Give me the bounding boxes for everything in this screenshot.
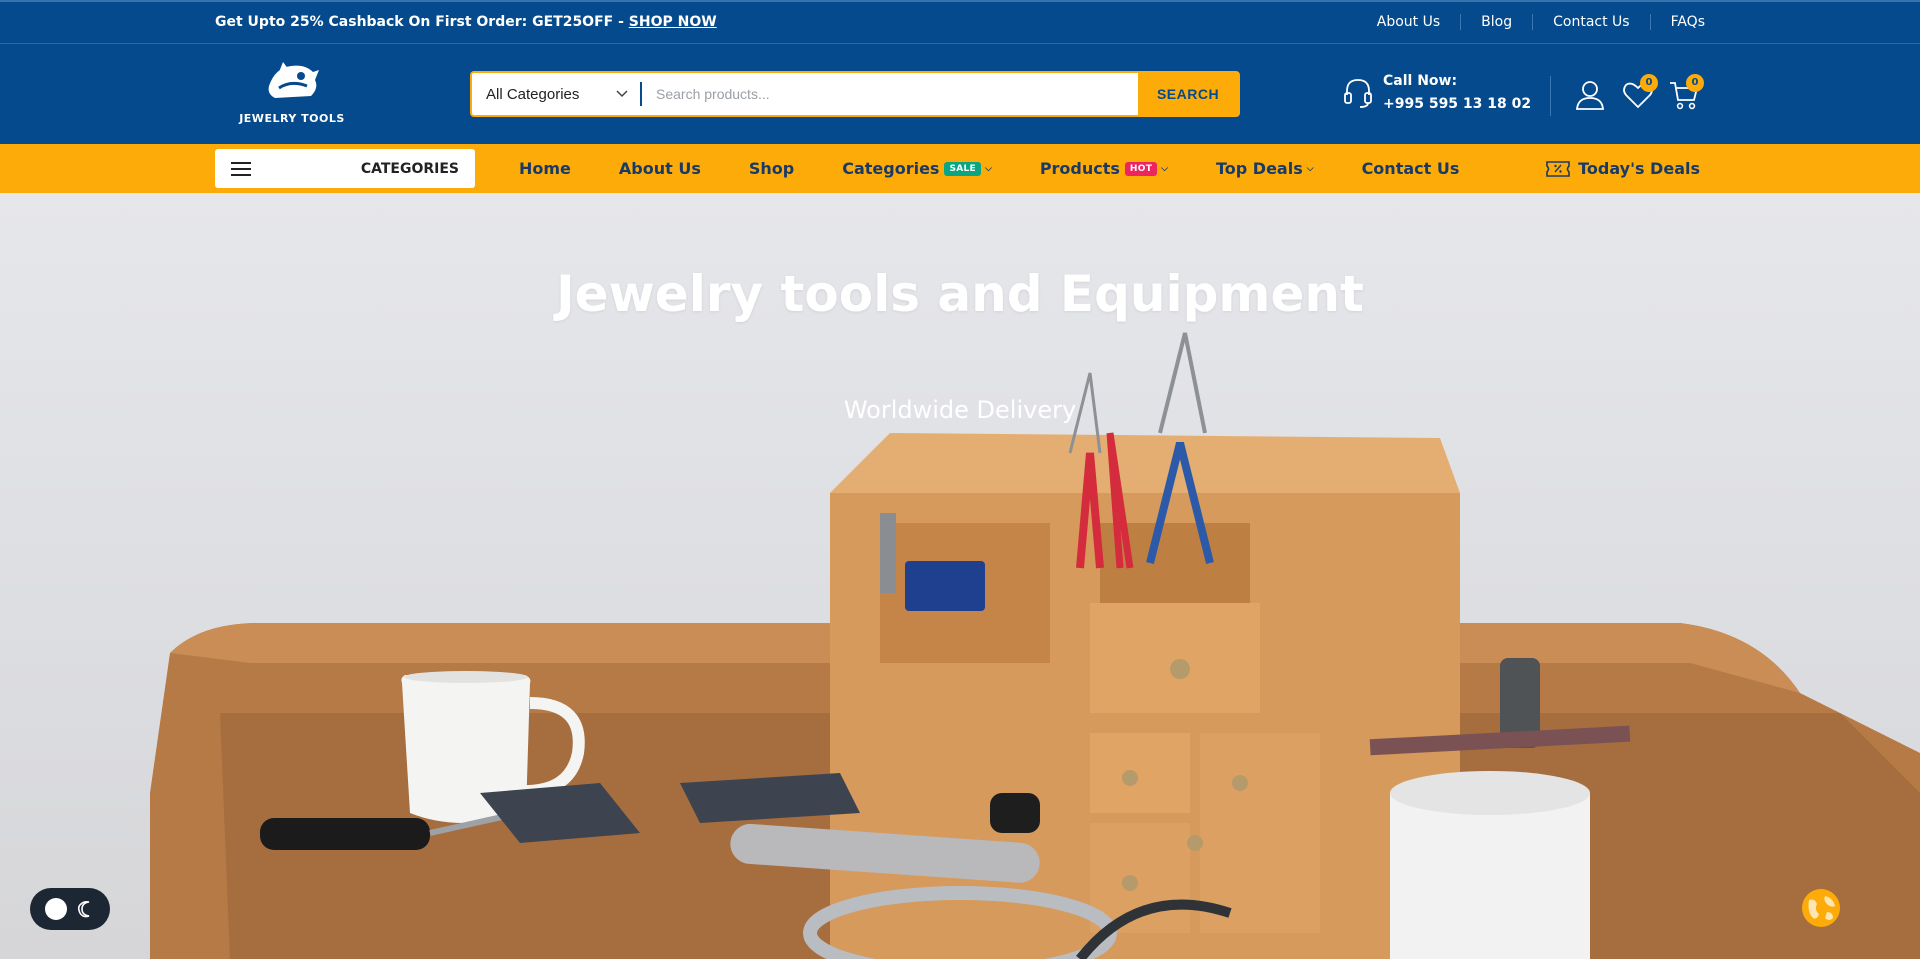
globe-icon xyxy=(1802,889,1840,927)
cart-button[interactable]: 0 xyxy=(1668,74,1704,110)
categories-button[interactable]: CATEGORIES xyxy=(215,149,475,188)
promo-text: Get Upto 25% Cashback On First Order: GE… xyxy=(215,14,629,30)
theme-toggle-knob xyxy=(45,898,67,920)
top-link-about[interactable]: About Us xyxy=(1357,14,1460,30)
nav-item-label: Categories xyxy=(842,159,940,178)
nav-item-categories[interactable]: Categories SALE ⌵ xyxy=(842,159,992,178)
top-links: About Us Blog Contact Us FAQs xyxy=(1357,14,1705,30)
chevron-down-icon: ⌵ xyxy=(1161,163,1168,174)
chevron-down-icon: ⌵ xyxy=(1306,163,1314,174)
account-button[interactable] xyxy=(1574,80,1606,110)
cart-count-badge: 0 xyxy=(1686,74,1704,92)
todays-deals-label: Today's Deals xyxy=(1578,159,1700,178)
top-link-faqs[interactable]: FAQs xyxy=(1649,14,1705,30)
moon-icon xyxy=(77,900,90,918)
logo-mark xyxy=(268,62,319,98)
wishlist-button[interactable]: 0 xyxy=(1622,74,1658,110)
nav-item-about[interactable]: About Us xyxy=(619,159,701,178)
hot-badge: HOT xyxy=(1124,161,1158,176)
category-select-value: All Categories xyxy=(486,85,580,103)
promo-banner: Get Upto 25% Cashback On First Order: GE… xyxy=(215,14,717,30)
hero-title: Jewelry tools and Equipment xyxy=(556,265,1364,323)
nav-item-label: Top Deals xyxy=(1215,159,1303,178)
site-logo[interactable]: JEWELRY TOOLS xyxy=(232,58,352,128)
chevron-down-icon xyxy=(616,90,628,98)
wishlist-count-badge: 0 xyxy=(1640,74,1658,92)
nav-item-label: Shop xyxy=(748,159,795,178)
nav-item-label: Products xyxy=(1039,159,1120,178)
nav-item-label: About Us xyxy=(618,159,701,178)
top-link-blog[interactable]: Blog xyxy=(1460,14,1532,30)
header-divider xyxy=(1550,76,1551,116)
hero-subtitle: Worldwide Delivery xyxy=(843,396,1077,424)
call-now[interactable]: Call Now: +995 595 13 18 02 xyxy=(1343,70,1531,116)
call-phone: +995 595 13 18 02 xyxy=(1383,96,1532,112)
theme-toggle[interactable] xyxy=(30,888,110,930)
nav-item-contact[interactable]: Contact Us xyxy=(1362,159,1460,178)
hero-banner: Jewelry tools and Equipment Worldwide De… xyxy=(0,193,1920,959)
main-header: JEWELRY TOOLS All Categories SEARCH Call… xyxy=(0,44,1920,144)
nav-item-label: Contact Us xyxy=(1361,159,1460,178)
nav-item-top-deals[interactable]: Top Deals ⌵ xyxy=(1216,159,1314,178)
top-link-contact[interactable]: Contact Us xyxy=(1532,14,1649,30)
headset-icon xyxy=(1344,79,1372,108)
call-label: Call Now: xyxy=(1383,73,1458,89)
logo-text: JEWELRY TOOLS xyxy=(239,112,345,125)
main-nav: CATEGORIES Home About Us Shop Categories… xyxy=(0,144,1920,193)
nav-item-shop[interactable]: Shop xyxy=(749,159,794,178)
categories-button-label: CATEGORIES xyxy=(360,160,459,177)
top-bar: Get Upto 25% Cashback On First Order: GE… xyxy=(0,0,1920,44)
search-input[interactable] xyxy=(642,73,1138,115)
shop-now-link[interactable]: SHOP NOW xyxy=(629,14,717,30)
call-text: Call Now: +995 595 13 18 02 xyxy=(1383,70,1531,116)
user-icon xyxy=(1576,81,1604,110)
sale-badge: SALE xyxy=(944,161,981,176)
language-button[interactable] xyxy=(1801,888,1841,928)
nav-item-products[interactable]: Products HOT ⌵ xyxy=(1040,159,1168,178)
menu-icon xyxy=(231,161,251,176)
nav-menu: Home About Us Shop Categories SALE ⌵ Pro… xyxy=(519,144,1507,193)
category-select[interactable]: All Categories xyxy=(472,73,640,115)
search-bar: All Categories SEARCH xyxy=(470,71,1240,117)
chevron-down-icon: ⌵ xyxy=(984,163,992,174)
nav-item-label: Home xyxy=(519,159,571,178)
nav-item-home[interactable]: Home xyxy=(519,159,571,178)
todays-deals-link[interactable]: Today's Deals xyxy=(1546,144,1700,193)
search-button[interactable]: SEARCH xyxy=(1138,73,1238,115)
ticket-icon xyxy=(1546,160,1570,177)
